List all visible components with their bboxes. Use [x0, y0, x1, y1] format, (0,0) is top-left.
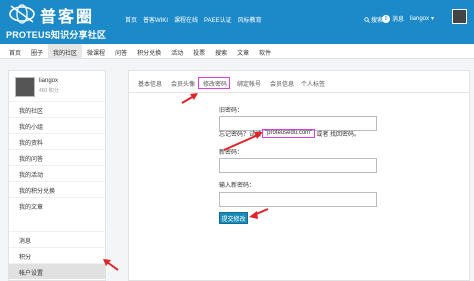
arrow-to-button-icon: [249, 208, 269, 219]
arrow-to-link-icon: [223, 132, 263, 151]
arrow-to-sidebar-icon: [103, 259, 119, 271]
annotation-arrows: [103, 93, 269, 271]
arrow-to-tab-icon: [181, 93, 198, 104]
